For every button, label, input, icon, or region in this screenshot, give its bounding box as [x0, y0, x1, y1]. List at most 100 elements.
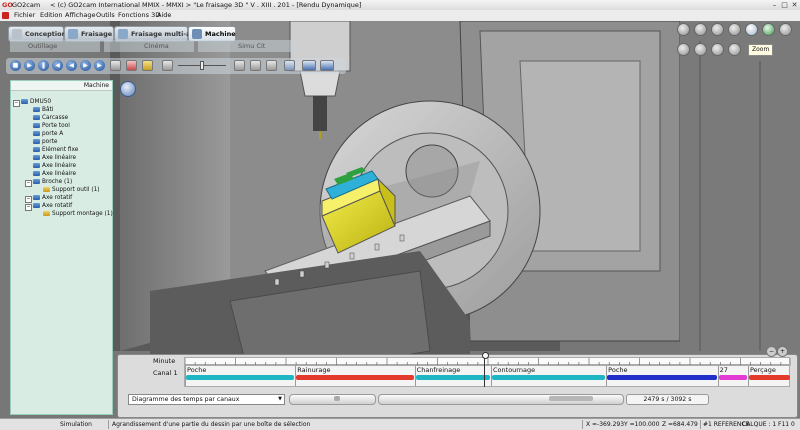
operation-bar[interactable]: [492, 375, 606, 380]
stop-button[interactable]: ■: [10, 60, 21, 71]
node-icon: [33, 203, 40, 208]
close-button[interactable]: ✕: [790, 1, 799, 9]
diagram-type-dropdown[interactable]: Diagramme des temps par canaux ▼: [128, 394, 285, 405]
measure-icon[interactable]: [142, 60, 153, 71]
collision-icon[interactable]: [110, 60, 121, 71]
tree-node[interactable]: Axe linéaire: [33, 170, 76, 178]
operation-bar[interactable]: [186, 375, 295, 380]
machine-panel-icon[interactable]: [120, 81, 136, 97]
tree-node[interactable]: Porte tool: [33, 122, 70, 130]
menu-affichage[interactable]: Affichage: [65, 10, 96, 21]
step-back-button[interactable]: ◀: [52, 60, 63, 71]
view-wire-icon[interactable]: [250, 60, 261, 71]
f11-label: F11 0: [778, 421, 795, 428]
node-icon: [33, 107, 40, 112]
tree-node[interactable]: Support outil (1): [43, 186, 100, 194]
chevron-down-icon: ▼: [278, 396, 282, 402]
node-icon: [33, 123, 40, 128]
tree-expander[interactable]: −: [25, 196, 32, 203]
play-button[interactable]: ▶: [24, 60, 35, 71]
support-icon: [43, 211, 50, 216]
time-cursor[interactable]: [483, 355, 485, 387]
view-fit-icon[interactable]: [728, 23, 741, 36]
node-icon: [33, 163, 40, 168]
view-side-icon[interactable]: [711, 43, 724, 56]
end-button[interactable]: ▶: [94, 60, 105, 71]
zoom-slider-thumb[interactable]: [334, 396, 340, 401]
operation-label: 27: [719, 366, 728, 374]
view-front-icon[interactable]: [694, 43, 707, 56]
tree-node[interactable]: Axe linéaire: [33, 162, 76, 170]
pause-button[interactable]: ❚: [38, 60, 49, 71]
operation-divider: [606, 366, 608, 386]
speed-gauge-icon[interactable]: [126, 60, 137, 71]
menu-aide[interactable]: Aide: [157, 10, 171, 21]
operation-divider: [414, 366, 416, 386]
operation-label: Chanfreinage: [416, 366, 461, 374]
tree-header-label: Machine: [83, 82, 109, 89]
tree-node[interactable]: Axe rotatif: [33, 194, 72, 202]
status-bar: Simulation Agrandissement d'une partie d…: [0, 418, 800, 430]
tool-icon[interactable]: [162, 60, 173, 71]
layer-label: CALQUE : 1: [742, 421, 777, 428]
zoom-box-icon[interactable]: [745, 23, 758, 36]
tree-node[interactable]: Support montage (1): [43, 210, 113, 218]
operation-bar[interactable]: [748, 375, 790, 380]
tree-node[interactable]: porte A: [33, 130, 63, 138]
subtab-simu-cit[interactable]: Simu Cit: [198, 40, 296, 52]
expand-panel-icon[interactable]: +: [777, 346, 788, 357]
channel-track[interactable]: Poche Rainurage Chanfreinage Contournage Poc…: [184, 365, 790, 387]
rewind-button[interactable]: ◀: [66, 60, 77, 71]
operation-bar[interactable]: [718, 375, 747, 380]
node-icon: [33, 147, 40, 152]
subtab-cinema[interactable]: Cinéma: [104, 40, 194, 52]
operation-label: Rainurage: [297, 366, 331, 374]
tree-node[interactable]: DMU50: [21, 98, 51, 106]
view-top-icon[interactable]: [677, 43, 690, 56]
step-forward-button[interactable]: ▶: [80, 60, 91, 71]
maximize-button[interactable]: □: [780, 1, 789, 9]
operation-divider: [747, 366, 749, 386]
node-icon: [33, 131, 40, 136]
view-material-icon[interactable]: [266, 60, 277, 71]
tree-expander[interactable]: −: [25, 180, 32, 187]
part-view-icon[interactable]: [320, 60, 334, 71]
tree-node[interactable]: Carcasse: [33, 114, 68, 122]
app-menu-icon[interactable]: [2, 12, 9, 19]
timeline-scrollbar[interactable]: [378, 394, 624, 405]
tree-node[interactable]: Axe linéaire: [33, 154, 76, 162]
tree-node[interactable]: Broche (1): [33, 178, 72, 186]
refresh-icon[interactable]: [762, 23, 775, 36]
collapse-panel-icon[interactable]: −: [766, 346, 777, 357]
scrollbar-thumb[interactable]: [549, 396, 593, 401]
menu-outils[interactable]: Outils: [96, 10, 115, 21]
display-option-icon[interactable]: [284, 60, 295, 71]
menu-edition[interactable]: Edition: [40, 10, 63, 21]
view-orbit-icon[interactable]: [677, 23, 690, 36]
operation-label: Contournage: [493, 366, 536, 374]
tree-expander[interactable]: −: [25, 204, 32, 211]
operation-bar[interactable]: [296, 375, 414, 380]
view-solid-icon[interactable]: [234, 60, 245, 71]
tree-node[interactable]: Axe rotatif: [33, 202, 72, 210]
operation-bar[interactable]: [607, 375, 717, 380]
operation-label: Poche: [608, 366, 628, 374]
minimize-button[interactable]: –: [770, 1, 779, 9]
tree-expander[interactable]: −: [13, 100, 20, 107]
view-iso-icon[interactable]: [728, 43, 741, 56]
view-home-icon[interactable]: [779, 23, 792, 36]
view-pan-icon[interactable]: [694, 23, 707, 36]
subtab-outillage[interactable]: Outillage: [10, 40, 100, 52]
view-rotate-icon[interactable]: [711, 23, 724, 36]
operation-divider: [717, 366, 719, 386]
tree-node[interactable]: Bâti: [33, 106, 53, 114]
zoom-slider[interactable]: [289, 394, 376, 405]
time-cursor-knob[interactable]: [481, 352, 489, 359]
tree-node[interactable]: Elément fixe: [33, 146, 78, 154]
tree-node[interactable]: porte: [33, 138, 57, 146]
menu-fichier[interactable]: Fichier: [14, 10, 35, 21]
speed-slider-thumb[interactable]: [200, 61, 204, 70]
menu-fonctions-3d[interactable]: Fonctions 3D: [118, 10, 160, 21]
operation-bar[interactable]: [415, 375, 491, 380]
machine-view-icon[interactable]: [302, 60, 316, 71]
